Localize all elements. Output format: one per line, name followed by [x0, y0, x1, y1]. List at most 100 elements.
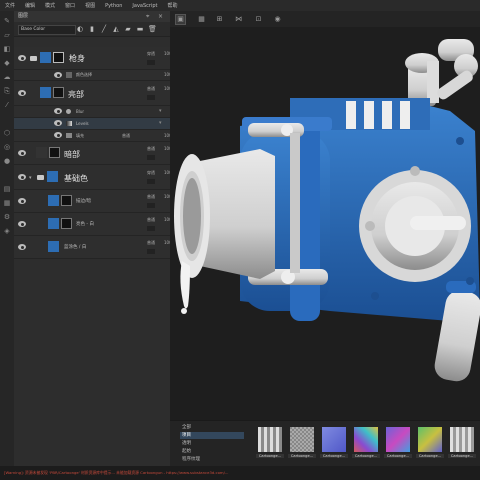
- layer-thumbnail: [48, 195, 59, 206]
- dropdown-arrow-icon[interactable]: ▾: [159, 108, 162, 114]
- shelf-material[interactable]: Cartoonge...: [352, 427, 380, 461]
- visibility-eye-icon[interactable]: [18, 150, 26, 156]
- viewport-3d[interactable]: ▣ ▦ ⊞ ⋈ ⊡ ◉: [170, 11, 480, 420]
- smudge-icon[interactable]: ☁: [3, 73, 11, 81]
- visibility-eye-icon[interactable]: [18, 244, 26, 250]
- camera-icon[interactable]: ◎: [3, 143, 11, 151]
- display-settings-icon[interactable]: ⚙: [3, 213, 11, 221]
- blend-mode[interactable]: 普通: [147, 194, 155, 200]
- layers-tab-icon[interactable]: ▤: [3, 185, 11, 193]
- panel-title-text: 图层: [18, 13, 29, 19]
- visibility-eye-icon[interactable]: [54, 108, 62, 114]
- blend-mode[interactable]: 普通: [147, 146, 155, 152]
- blend-mode[interactable]: 穿透: [147, 51, 155, 57]
- fill-icon: [66, 133, 72, 138]
- layer-thumbnail: [48, 218, 59, 229]
- pin-icon[interactable]: ⌖: [146, 11, 149, 22]
- layer-name: 亮色 - 白: [76, 222, 94, 227]
- effect-levels[interactable]: Levels ▾: [14, 118, 170, 130]
- blend-mode[interactable]: 普通: [147, 217, 155, 223]
- menu-python[interactable]: Python: [100, 3, 127, 9]
- effect-fill[interactable]: 填充 普通 100: [14, 130, 172, 142]
- shelf-category-project[interactable]: 项目: [180, 432, 244, 439]
- shelf-category-procedural[interactable]: 程序纹理: [180, 456, 244, 463]
- layer-light-white[interactable]: 亮色 - 白 普通 100: [14, 213, 172, 236]
- blend-mode[interactable]: 普通: [147, 86, 155, 92]
- layer-outline-dark[interactable]: 描边/暗 普通 100: [14, 190, 172, 213]
- menu-mode[interactable]: 模式: [40, 2, 60, 9]
- shelf-material[interactable]: Cartoonge...: [288, 427, 316, 461]
- menu-file[interactable]: 文件: [0, 2, 20, 9]
- visibility-eye-icon[interactable]: [18, 90, 26, 96]
- visibility-eye-icon[interactable]: [18, 55, 26, 61]
- shelf-category-all[interactable]: 全部: [180, 424, 244, 431]
- layer-thumbnail: [47, 171, 58, 182]
- mask-thumbnail: [61, 218, 72, 229]
- channel-box[interactable]: [147, 95, 155, 100]
- menu-window[interactable]: 窗口: [60, 2, 80, 9]
- layer-color-select[interactable]: 颜色选择 100: [14, 70, 172, 81]
- layer-gun-body[interactable]: 枪身 穿透 100: [14, 47, 172, 70]
- channel-box[interactable]: [147, 179, 155, 184]
- folder-icon: [30, 56, 37, 61]
- shelf-material[interactable]: Cartoonge...: [384, 427, 412, 461]
- channel-box[interactable]: [147, 203, 155, 208]
- material-icon[interactable]: ●: [3, 157, 11, 165]
- paint-brush-icon[interactable]: ✎: [3, 17, 11, 25]
- shelf-category-alpha[interactable]: 透明: [180, 440, 244, 447]
- blend-mode[interactable]: 穿透: [147, 170, 155, 176]
- channel-select[interactable]: Base Color: [18, 25, 76, 35]
- material-label: Cartoonge...: [256, 454, 284, 458]
- shader-settings-icon[interactable]: ◈: [3, 227, 11, 235]
- add-paint-layer-icon[interactable]: ╱: [100, 25, 108, 33]
- polygon-fill-icon[interactable]: ◆: [3, 59, 11, 67]
- layer-base-color[interactable]: ▾ 基础色 穿透 100: [14, 165, 172, 190]
- blend-mode[interactable]: 普通: [122, 133, 130, 139]
- shelf-material[interactable]: Cartoonge...: [448, 427, 476, 461]
- shelf-category-starter[interactable]: 起始: [180, 448, 244, 455]
- layer-thumbnail: [40, 87, 51, 98]
- add-folder-icon[interactable]: ▬: [136, 25, 144, 33]
- channel-box[interactable]: [147, 60, 155, 65]
- shelf-material[interactable]: Cartoonge...: [416, 427, 444, 461]
- add-layer-icon[interactable]: ▰: [124, 25, 132, 33]
- channel-box[interactable]: [147, 249, 155, 254]
- add-fill-layer-icon[interactable]: ◭: [112, 25, 120, 33]
- layer-name: 亮部: [68, 90, 84, 99]
- close-icon[interactable]: ×: [158, 11, 163, 22]
- visibility-eye-icon[interactable]: [54, 120, 62, 126]
- visibility-eye-icon[interactable]: [54, 132, 62, 138]
- add-effect-icon[interactable]: ▮: [88, 25, 96, 33]
- texture-set-icon[interactable]: ▦: [3, 199, 11, 207]
- menu-edit[interactable]: 编辑: [20, 2, 40, 9]
- menu-bar: 文件 编辑 模式 窗口 视图 Python JavaScript 帮助: [0, 0, 480, 11]
- blend-mode[interactable]: 普通: [147, 240, 155, 246]
- menu-view[interactable]: 视图: [80, 2, 100, 9]
- projection-icon[interactable]: ◧: [3, 45, 11, 53]
- menu-javascript[interactable]: JavaScript: [127, 3, 162, 9]
- visibility-eye-icon[interactable]: [18, 198, 26, 204]
- add-mask-icon[interactable]: ◐: [76, 25, 84, 33]
- visibility-eye-icon[interactable]: [54, 72, 62, 78]
- layer-dark[interactable]: 暗部 普通 100: [14, 142, 172, 165]
- channel-box[interactable]: [147, 155, 155, 160]
- eraser-icon[interactable]: ▱: [3, 31, 11, 39]
- visibility-eye-icon[interactable]: [18, 221, 26, 227]
- layer-blue-white[interactable]: 蓝涂色 / 白 普通 100: [14, 236, 172, 259]
- dropdown-arrow-icon[interactable]: ▾: [159, 120, 162, 126]
- delete-icon[interactable]: 🗑: [148, 25, 157, 33]
- shelf-material[interactable]: Cartoonge...: [320, 427, 348, 461]
- channel-box[interactable]: [147, 226, 155, 231]
- collapse-arrow-icon[interactable]: ▾: [29, 175, 32, 181]
- material-swatch: [258, 427, 282, 452]
- mask-thumbnail: [53, 52, 64, 63]
- color-picker-icon[interactable]: ⁄: [3, 101, 11, 109]
- menu-help[interactable]: 帮助: [163, 2, 183, 9]
- effect-blur[interactable]: Blur ▾: [14, 106, 170, 118]
- clone-icon[interactable]: ⎘: [3, 87, 11, 95]
- shelf-material[interactable]: Cartoonge...: [256, 427, 284, 461]
- geometry-mask-icon[interactable]: ⬡: [3, 129, 11, 137]
- layer-highlight[interactable]: 亮部 普通 100: [14, 81, 172, 106]
- panel-title: 图层 ⌖ ×: [14, 11, 170, 22]
- visibility-eye-icon[interactable]: [18, 174, 26, 180]
